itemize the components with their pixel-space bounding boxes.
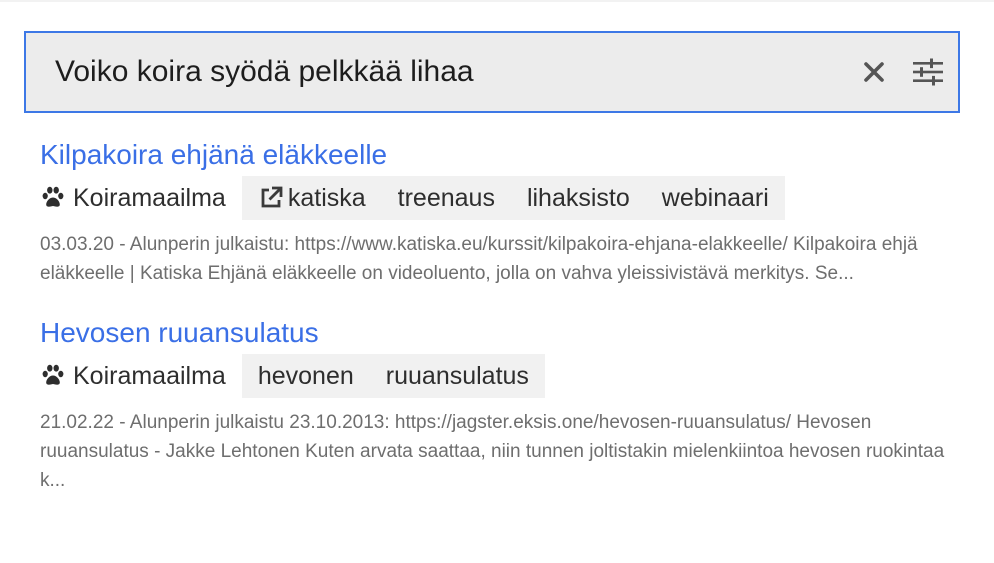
results-list: Kilpakoira ehjänä eläkkeelle Koiramaailm… — [40, 136, 960, 521]
tag[interactable]: hevonen — [258, 362, 354, 391]
filter-settings-button[interactable] — [908, 52, 948, 92]
result-source[interactable]: Koiramaailma — [40, 184, 226, 213]
tag-list: hevonen ruuansulatus — [241, 354, 545, 398]
result-snippet: 21.02.22 - Alunperin julkaistu 23.10.201… — [40, 412, 945, 491]
clear-search-button[interactable] — [854, 52, 894, 92]
result-meta: Koiramaailma hevonen ruuansulatus — [40, 354, 960, 398]
top-divider — [0, 0, 994, 2]
tag[interactable]: webinaari — [662, 184, 769, 213]
tag[interactable]: ruuansulatus — [386, 362, 529, 391]
paw-icon — [42, 364, 64, 385]
result-item: Hevosen ruuansulatus Koiramaailma hevone… — [40, 314, 960, 495]
tag[interactable]: lihaksisto — [527, 184, 630, 213]
result-snippet: 03.03.20 - Alunperin julkaistu: https://… — [40, 234, 918, 284]
tag-external-link[interactable]: katiska — [258, 184, 366, 213]
result-item: Kilpakoira ehjänä eläkkeelle Koiramaailm… — [40, 136, 960, 288]
external-link-icon — [261, 186, 283, 208]
search-bar — [24, 31, 960, 113]
result-meta: Koiramaailma katiska treenaus lihaksisto… — [40, 176, 960, 220]
tag[interactable]: treenaus — [398, 184, 495, 213]
result-source-label: Koiramaailma — [73, 183, 226, 212]
paw-icon — [42, 186, 64, 207]
tag-label: katiska — [287, 183, 366, 212]
result-source-label: Koiramaailma — [73, 361, 226, 390]
close-icon — [864, 62, 884, 82]
result-title-link[interactable]: Kilpakoira ehjänä eläkkeelle — [40, 136, 960, 174]
result-source[interactable]: Koiramaailma — [40, 362, 226, 391]
tag-list: katiska treenaus lihaksisto webinaari — [241, 176, 785, 220]
sliders-icon — [913, 58, 943, 86]
search-input[interactable] — [26, 33, 854, 111]
result-title-link[interactable]: Hevosen ruuansulatus — [40, 314, 960, 352]
